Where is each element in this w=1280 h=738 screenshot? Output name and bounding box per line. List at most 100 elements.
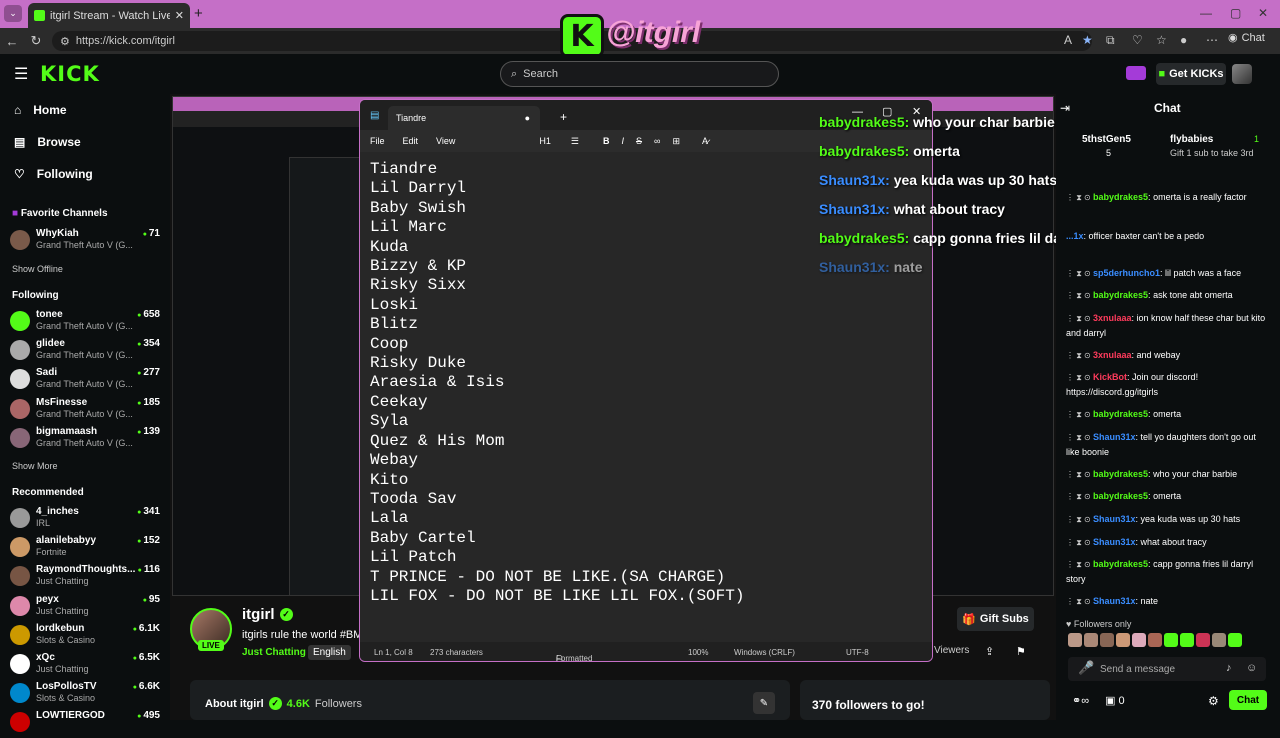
language-tag[interactable]: English — [308, 645, 351, 660]
channel-item[interactable]: alanilebabyyFortnite 152 — [10, 535, 160, 563]
profile-icon[interactable]: ● — [1180, 33, 1187, 47]
extensions-icon[interactable]: ⧉ — [1106, 33, 1115, 48]
chat-username[interactable]: KickBot — [1093, 372, 1127, 382]
menu-view[interactable]: View — [436, 136, 455, 146]
chat-username[interactable]: 3xnulaaa — [1093, 350, 1132, 360]
chat-username[interactable]: Shaun31x — [1093, 596, 1136, 606]
chat-username[interactable]: babydrakes5 — [1093, 409, 1148, 419]
chat-input[interactable]: Send a message — [1068, 657, 1266, 681]
channel-item[interactable]: bigmamaashGrand Theft Auto V (G... 139 — [10, 426, 160, 454]
table-icon[interactable]: ⊞ — [672, 136, 680, 147]
zoom-level[interactable]: 100% — [688, 648, 708, 657]
heading-dropdown[interactable]: H1 — [539, 136, 551, 146]
chat-username[interactable]: 3xnulaaa — [1093, 313, 1132, 323]
streamer-name[interactable]: itgirl ✓ — [242, 606, 293, 623]
chat-username[interactable]: sp5derhuncho1 — [1093, 268, 1160, 278]
more-icon[interactable]: ⋯ — [1206, 33, 1218, 47]
channel-item[interactable]: MsFinesseGrand Theft Auto V (G... 185 — [10, 397, 160, 425]
emote-icon[interactable] — [1164, 633, 1178, 647]
chat-username[interactable]: ...1x — [1066, 231, 1084, 241]
settings-icon[interactable]: ⚙ — [1208, 694, 1219, 708]
unsaved-dot-icon[interactable]: ● — [525, 113, 530, 123]
channel-points-icon[interactable]: ⚭∞ — [1072, 694, 1089, 707]
chat-username[interactable]: babydrakes5 — [1093, 559, 1148, 569]
emote-icon[interactable] — [1196, 633, 1210, 647]
copilot-chat-button[interactable]: ◉ Chat — [1228, 31, 1265, 45]
new-tab-button[interactable]: + — [194, 5, 203, 22]
get-kicks-button[interactable]: ■ Get KICKs — [1156, 63, 1226, 85]
emote-icon[interactable] — [1068, 633, 1082, 647]
reload-icon[interactable]: ↻ — [24, 33, 48, 49]
collections-icon[interactable]: ☆ — [1156, 33, 1167, 47]
chat-username[interactable]: Shaun31x — [1093, 537, 1136, 547]
emote-icon[interactable] — [1180, 633, 1194, 647]
chat-username[interactable]: babydrakes5 — [1093, 469, 1148, 479]
menu-file[interactable]: File — [370, 136, 385, 146]
report-icon[interactable]: ⚑ — [1016, 645, 1026, 658]
gift-sub-prompt[interactable]: Gift 1 sub to take 3rd — [1170, 148, 1254, 158]
emote-icon[interactable] — [1228, 633, 1242, 647]
search-input[interactable]: ⌕ Search — [500, 61, 779, 87]
channel-item[interactable]: SadiGrand Theft Auto V (G... 277 — [10, 367, 160, 395]
emote-icon[interactable] — [1212, 633, 1226, 647]
link-icon[interactable]: ∞ — [654, 136, 660, 146]
menu-edit[interactable]: Edit — [403, 136, 419, 146]
channel-item[interactable]: xQcJust Chatting 6.5K — [10, 652, 160, 680]
read-aloud-icon[interactable]: A — [1064, 33, 1072, 47]
channel-item[interactable]: 4_inchesIRL 341 — [10, 506, 160, 534]
sidebar-item-browse[interactable]: ▤ Browse — [14, 135, 81, 149]
notepad-tab[interactable]: Tiandre ● — [388, 106, 540, 130]
close-window-icon[interactable]: ✕ — [1258, 6, 1268, 20]
back-icon[interactable]: ← — [0, 34, 24, 49]
chat-username[interactable]: Shaun31x — [1093, 432, 1136, 442]
gift-subs-button[interactable]: 🎁 Gift Subs — [957, 607, 1034, 631]
emote-icon[interactable] — [1084, 633, 1098, 647]
emote-icon[interactable] — [1100, 633, 1114, 647]
mic-icon[interactable]: 🎤 — [1078, 660, 1094, 676]
site-info-icon[interactable]: ⚙ — [60, 35, 70, 48]
chat-username[interactable]: babydrakes5 — [1093, 491, 1148, 501]
channel-item[interactable]: lordkebunSlots & Casino 6.1K — [10, 623, 160, 651]
kick-logo[interactable]: KICK — [40, 62, 100, 86]
bold-icon[interactable]: B — [603, 136, 610, 146]
channel-item[interactable]: toneeGrand Theft Auto V (G... 658 — [10, 309, 160, 337]
collapse-chat-icon[interactable]: ⇥ — [1060, 101, 1070, 115]
strikethrough-icon[interactable]: S — [636, 136, 642, 146]
emote-icon[interactable] — [1148, 633, 1162, 647]
italic-icon[interactable]: I — [621, 136, 624, 146]
channel-item[interactable]: LosPollosTVSlots & Casino 6.6K — [10, 681, 160, 709]
line-ending[interactable]: Windows (CRLF) — [734, 648, 795, 657]
points-balance[interactable]: ▣ 0 — [1105, 694, 1125, 707]
channel-item[interactable]: RaymondThoughts...Just Chatting 116 — [10, 564, 160, 592]
browser-tab[interactable]: itgirl Stream - Watch Live on Kick ✕ — [28, 3, 190, 28]
chat-username[interactable]: babydrakes5 — [1093, 192, 1148, 202]
favorite-star-icon[interactable]: ★ — [1082, 33, 1093, 47]
sidebar-item-home[interactable]: ⌂ Home — [14, 103, 67, 117]
show-offline-link[interactable]: Show Offline — [12, 264, 63, 274]
maximize-icon[interactable]: ▢ — [1230, 6, 1241, 20]
channel-item[interactable]: glideeGrand Theft Auto V (G... 354 — [10, 338, 160, 366]
user-avatar[interactable] — [1232, 64, 1252, 84]
encoding[interactable]: UTF-8 — [846, 648, 869, 657]
chat-username[interactable]: babydrakes5 — [1093, 290, 1148, 300]
new-tab-icon[interactable]: + — [560, 110, 567, 124]
clear-format-icon[interactable]: A̷ — [702, 136, 708, 146]
show-more-link[interactable]: Show More — [12, 461, 58, 471]
emoji-icon[interactable]: ☺ — [1246, 662, 1257, 674]
chat-username[interactable]: Shaun31x — [1093, 514, 1136, 524]
share-icon[interactable]: ⇪ — [985, 645, 994, 658]
channel-item[interactable]: WhyKiah Grand Theft Auto V (G... 71 — [10, 228, 160, 256]
send-chat-button[interactable]: Chat — [1229, 690, 1267, 710]
edit-icon[interactable]: ✎ — [753, 692, 775, 714]
close-tab-icon[interactable]: ✕ — [175, 9, 184, 22]
tab-menu-button[interactable]: ⌄ — [4, 5, 22, 22]
browser-essentials-icon[interactable]: ♡ — [1132, 33, 1143, 47]
menu-icon[interactable]: ☰ — [14, 64, 28, 84]
minimize-icon[interactable]: — — [1200, 6, 1212, 20]
emote-icon[interactable] — [1116, 633, 1130, 647]
channel-item[interactable]: peyxJust Chatting 95 — [10, 594, 160, 622]
sidebar-item-following[interactable]: ♡ Following — [14, 167, 93, 181]
emote-icon[interactable] — [1132, 633, 1146, 647]
channel-item[interactable]: LOWTIERGOD 495 — [10, 710, 160, 738]
voice-icon[interactable]: ♪ — [1226, 662, 1232, 674]
